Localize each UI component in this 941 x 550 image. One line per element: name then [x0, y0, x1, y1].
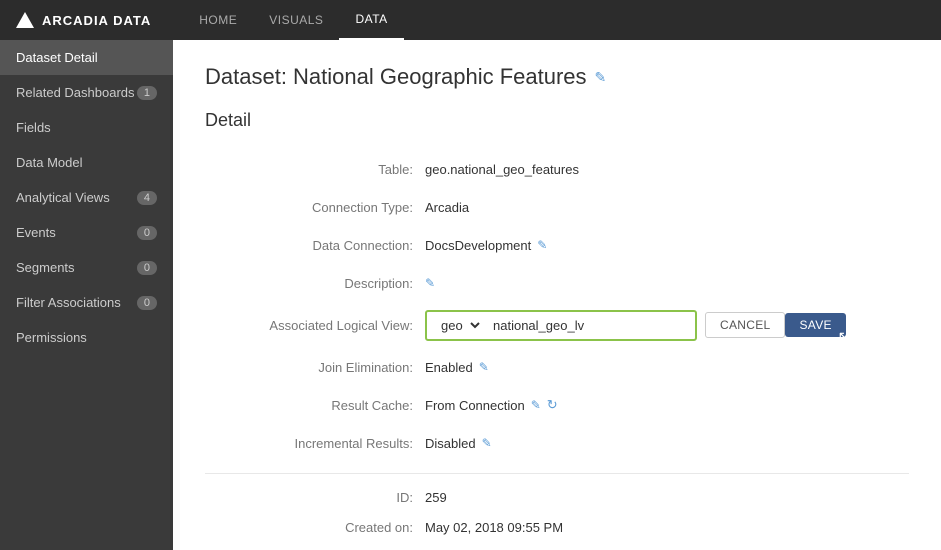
join-elimination-text: Enabled: [425, 360, 473, 375]
data-connection-label: Data Connection:: [205, 238, 425, 253]
page-title: Dataset: National Geographic Features: [205, 64, 587, 90]
description-value: ✎: [425, 276, 435, 290]
incremental-results-text: Disabled: [425, 436, 476, 451]
sidebar-badge-analytical-views: 4: [137, 191, 157, 205]
result-cache-refresh-icon[interactable]: ↻: [547, 397, 558, 413]
logo-text: ARCADIA DATA: [42, 13, 151, 28]
top-navigation: ARCADIA DATA HOME VISUALS DATA: [0, 0, 941, 40]
id-label: ID:: [205, 490, 425, 512]
join-elimination-edit-icon[interactable]: ✎: [479, 360, 489, 374]
nav-home[interactable]: HOME: [183, 0, 253, 40]
assoc-label: Associated Logical View:: [205, 318, 425, 333]
sidebar: Dataset Detail Related Dashboards 1 Fiel…: [0, 40, 173, 550]
table-value-text: geo.national_geo_features: [425, 162, 579, 177]
cursor-icon: ↖: [838, 328, 850, 345]
sidebar-item-filter-associations[interactable]: Filter Associations 0: [0, 285, 173, 320]
description-edit-icon[interactable]: ✎: [425, 276, 435, 290]
connection-type-row: Connection Type: Arcadia: [205, 193, 909, 221]
title-edit-icon[interactable]: ✎: [595, 69, 607, 86]
result-cache-value: From Connection ✎ ↻: [425, 397, 558, 413]
sidebar-label-dataset-detail: Dataset Detail: [16, 50, 98, 65]
sidebar-label-permissions: Permissions: [16, 330, 87, 345]
connection-type-value: Arcadia: [425, 200, 469, 215]
created-on-value: May 02, 2018 09:55 PM: [425, 520, 563, 542]
sidebar-item-dataset-detail[interactable]: Dataset Detail: [0, 40, 173, 75]
cancel-button[interactable]: CANCEL: [705, 312, 785, 338]
join-elimination-row: Join Elimination: Enabled ✎: [205, 353, 909, 381]
incremental-results-edit-icon[interactable]: ✎: [482, 436, 492, 450]
sidebar-badge-related-dashboards: 1: [137, 86, 157, 100]
sidebar-label-data-model: Data Model: [16, 155, 82, 170]
logo-area: ARCADIA DATA: [16, 12, 151, 28]
description-label: Description:: [205, 276, 425, 291]
sidebar-item-segments[interactable]: Segments 0: [0, 250, 173, 285]
data-connection-row: Data Connection: DocsDevelopment ✎: [205, 231, 909, 259]
table-label: Table:: [205, 162, 425, 177]
sidebar-label-segments: Segments: [16, 260, 75, 275]
description-row: Description: ✎: [205, 269, 909, 297]
section-divider: [205, 473, 909, 474]
main-layout: Dataset Detail Related Dashboards 1 Fiel…: [0, 40, 941, 550]
content-area: Dataset: National Geographic Features ✎ …: [173, 40, 941, 550]
metadata-section: ID: 259 Created on: May 02, 2018 09:55 P…: [205, 490, 909, 550]
sidebar-label-filter-associations: Filter Associations: [16, 295, 121, 310]
data-connection-edit-icon[interactable]: ✎: [537, 238, 547, 252]
page-title-area: Dataset: National Geographic Features ✎: [205, 64, 909, 90]
created-on-label: Created on:: [205, 520, 425, 542]
sidebar-label-events: Events: [16, 225, 56, 240]
assoc-controls-group: geo: [425, 310, 697, 341]
incremental-results-value: Disabled ✎: [425, 436, 492, 451]
sidebar-label-fields: Fields: [16, 120, 51, 135]
assoc-view-input[interactable]: [489, 316, 689, 335]
table-value: geo.national_geo_features: [425, 162, 579, 177]
join-elimination-label: Join Elimination:: [205, 360, 425, 375]
assoc-logical-view-row: Associated Logical View: geo CANCEL SAVE…: [205, 307, 909, 343]
incremental-results-label: Incremental Results:: [205, 436, 425, 451]
created-on-row: Created on: May 02, 2018 09:55 PM: [205, 520, 909, 542]
result-cache-edit-icon[interactable]: ✎: [531, 398, 541, 412]
sidebar-item-analytical-views[interactable]: Analytical Views 4: [0, 180, 173, 215]
id-row: ID: 259: [205, 490, 909, 512]
result-cache-label: Result Cache:: [205, 398, 425, 413]
id-value: 259: [425, 490, 447, 512]
data-connection-value: DocsDevelopment ✎: [425, 238, 547, 253]
logo-triangle-icon: [16, 12, 34, 28]
connection-type-label: Connection Type:: [205, 200, 425, 215]
sidebar-item-permissions[interactable]: Permissions: [0, 320, 173, 355]
save-button[interactable]: SAVE ↖: [785, 313, 845, 337]
connection-type-text: Arcadia: [425, 200, 469, 215]
sidebar-badge-events: 0: [137, 226, 157, 240]
result-cache-text: From Connection: [425, 398, 525, 413]
nav-data[interactable]: DATA: [339, 0, 403, 40]
section-title: Detail: [205, 110, 909, 139]
sidebar-label-analytical-views: Analytical Views: [16, 190, 110, 205]
nav-items: HOME VISUALS DATA: [183, 0, 403, 40]
save-label: SAVE: [799, 318, 831, 332]
sidebar-label-related-dashboards: Related Dashboards: [16, 85, 135, 100]
sidebar-badge-filter-associations: 0: [137, 296, 157, 310]
sidebar-item-related-dashboards[interactable]: Related Dashboards 1: [0, 75, 173, 110]
join-elimination-value: Enabled ✎: [425, 360, 489, 375]
nav-visuals[interactable]: VISUALS: [253, 0, 339, 40]
sidebar-badge-segments: 0: [137, 261, 157, 275]
sidebar-item-fields[interactable]: Fields: [0, 110, 173, 145]
table-row: Table: geo.national_geo_features: [205, 155, 909, 183]
data-connection-text: DocsDevelopment: [425, 238, 531, 253]
assoc-schema-select[interactable]: geo: [433, 315, 483, 336]
incremental-results-row: Incremental Results: Disabled ✎: [205, 429, 909, 457]
sidebar-item-events[interactable]: Events 0: [0, 215, 173, 250]
sidebar-item-data-model[interactable]: Data Model: [0, 145, 173, 180]
result-cache-row: Result Cache: From Connection ✎ ↻: [205, 391, 909, 419]
